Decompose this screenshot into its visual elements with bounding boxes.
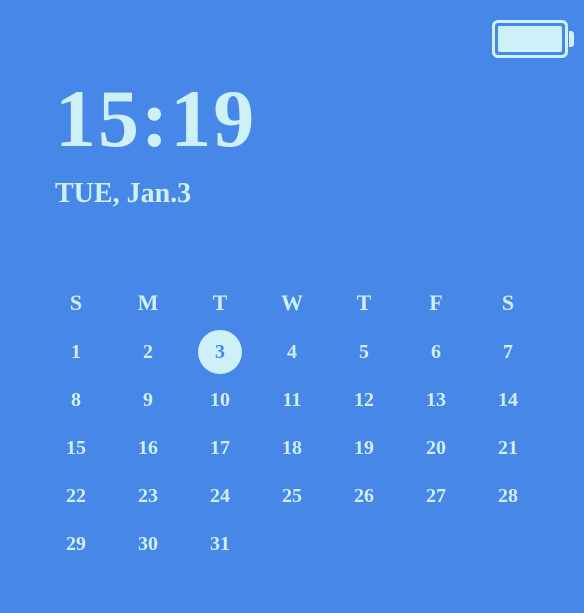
- calendar-day[interactable]: 23: [112, 484, 184, 508]
- calendar-day[interactable]: 7: [472, 340, 544, 364]
- calendar-day[interactable]: 20: [400, 436, 472, 460]
- calendar-day-empty: [472, 532, 544, 556]
- calendar-grid: 1234567891011121314151617181920212223242…: [40, 340, 544, 556]
- calendar-day[interactable]: 24: [184, 484, 256, 508]
- calendar-day-empty: [328, 532, 400, 556]
- calendar-day[interactable]: 30: [112, 532, 184, 556]
- clock-date: TUE, Jan.3: [55, 178, 256, 210]
- calendar-day[interactable]: 14: [472, 388, 544, 412]
- battery-indicator: [492, 20, 574, 58]
- calendar-day[interactable]: 10: [184, 388, 256, 412]
- day-header-mon: M: [112, 290, 184, 316]
- clock-time: 15:19: [55, 78, 256, 160]
- day-header-fri: F: [400, 290, 472, 316]
- calendar-day[interactable]: 26: [328, 484, 400, 508]
- day-header-tue: T: [184, 290, 256, 316]
- calendar-day[interactable]: 5: [328, 340, 400, 364]
- calendar-day[interactable]: 11: [256, 388, 328, 412]
- calendar-day[interactable]: 12: [328, 388, 400, 412]
- calendar-day[interactable]: 13: [400, 388, 472, 412]
- calendar-day[interactable]: 29: [40, 532, 112, 556]
- calendar: S M T W T F S 12345678910111213141516171…: [40, 290, 544, 556]
- battery-tip: [569, 31, 574, 47]
- time-date-block: 15:19 TUE, Jan.3: [55, 78, 256, 210]
- calendar-day[interactable]: 19: [328, 436, 400, 460]
- calendar-day[interactable]: 2: [112, 340, 184, 364]
- calendar-day[interactable]: 21: [472, 436, 544, 460]
- battery-body: [492, 20, 568, 58]
- day-header-sun: S: [40, 290, 112, 316]
- day-header-thu: T: [328, 290, 400, 316]
- calendar-day[interactable]: 6: [400, 340, 472, 364]
- battery-fill: [498, 26, 562, 52]
- calendar-day[interactable]: 9: [112, 388, 184, 412]
- day-header-sat: S: [472, 290, 544, 316]
- calendar-day[interactable]: 1: [40, 340, 112, 364]
- calendar-header: S M T W T F S: [40, 290, 544, 316]
- calendar-day-empty: [256, 532, 328, 556]
- calendar-day[interactable]: 28: [472, 484, 544, 508]
- calendar-day[interactable]: 15: [40, 436, 112, 460]
- calendar-day[interactable]: 18: [256, 436, 328, 460]
- day-header-wed: W: [256, 290, 328, 316]
- calendar-day[interactable]: 27: [400, 484, 472, 508]
- calendar-day[interactable]: 25: [256, 484, 328, 508]
- calendar-day[interactable]: 22: [40, 484, 112, 508]
- calendar-day[interactable]: 31: [184, 532, 256, 556]
- calendar-day-today[interactable]: 3: [184, 340, 256, 364]
- calendar-day[interactable]: 16: [112, 436, 184, 460]
- calendar-day[interactable]: 8: [40, 388, 112, 412]
- calendar-day[interactable]: 4: [256, 340, 328, 364]
- calendar-day-empty: [400, 532, 472, 556]
- calendar-day[interactable]: 17: [184, 436, 256, 460]
